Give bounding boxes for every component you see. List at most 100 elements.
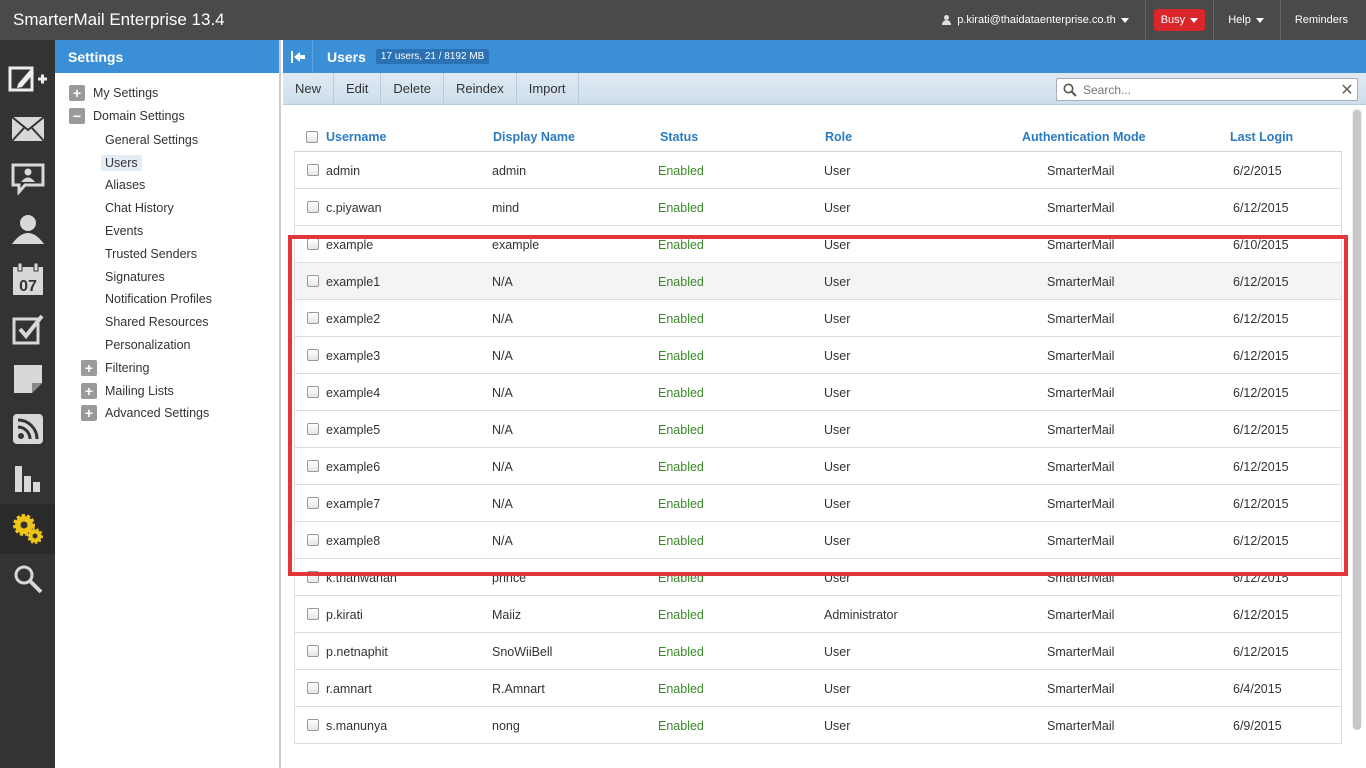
tree-item-chat-history[interactable]: Chat History [101,198,178,218]
tree-item-aliases[interactable]: Aliases [101,175,149,195]
tree-item-my-settings[interactable]: + My Settings [69,83,158,103]
row-checkbox[interactable] [307,349,319,361]
delete-button[interactable]: Delete [381,73,444,104]
column-username[interactable]: Username [326,130,386,144]
reports-button[interactable] [0,454,55,504]
row-checkbox[interactable] [307,534,319,546]
table-row[interactable]: example7 N/A Enabled User SmarterMail 6/12/20… [295,485,1341,522]
collapse-panel-button[interactable] [283,40,313,73]
table-row[interactable]: example3 N/A Enabled User SmarterMail 6/12/20… [295,337,1341,374]
column-last-login[interactable]: Last Login [1230,130,1293,144]
row-checkbox[interactable] [307,571,319,583]
top-bar: SmarterMail Enterprise 13.4 p.kirati@tha… [0,0,1366,40]
expand-icon[interactable]: + [81,360,97,376]
row-checkbox[interactable] [307,312,319,324]
cell-username: admin [326,164,361,178]
settings-button[interactable] [0,504,55,554]
row-checkbox[interactable] [307,682,319,694]
table-row[interactable]: p.netnaphit SnoWiiBell Enabled User SmarterM… [295,633,1341,670]
tree-item-advanced-settings[interactable]: + Advanced Settings [81,403,209,423]
row-checkbox[interactable] [307,608,319,620]
table-row[interactable]: example5 N/A Enabled User SmarterMail 6/12/20… [295,411,1341,448]
clear-search-icon[interactable]: ✕ [1337,80,1357,100]
tree-item-events[interactable]: Events [101,221,147,241]
tree-item-trusted-senders[interactable]: Trusted Senders [101,244,201,264]
tree-item-users[interactable]: Users [101,153,142,173]
table-row[interactable]: s.manunya nong Enabled User SmarterMail 6/9/2… [295,707,1341,744]
search-input[interactable] [1077,79,1337,100]
cell-status: Enabled [658,534,704,548]
status-button[interactable]: Busy [1153,9,1206,31]
table-row[interactable]: example8 N/A Enabled User SmarterMail 6/12/20… [295,522,1341,559]
rss-button[interactable] [0,404,55,454]
reindex-button[interactable]: Reindex [444,73,517,104]
row-checkbox[interactable] [307,386,319,398]
tree-item-general-settings[interactable]: General Settings [101,130,202,150]
calendar-button[interactable]: 07 [0,254,55,304]
table-row[interactable]: example4 N/A Enabled User SmarterMail 6/12/20… [295,374,1341,411]
row-checkbox[interactable] [307,460,319,472]
row-checkbox[interactable] [307,719,319,731]
scrollbar-thumb[interactable] [1353,110,1361,730]
tree-item-personalization[interactable]: Personalization [101,335,194,355]
reminders-button[interactable]: Reminders [1281,0,1366,40]
row-checkbox[interactable] [307,164,319,176]
expand-icon[interactable]: + [69,85,85,101]
cell-username: example7 [326,497,381,511]
table-row[interactable]: example example Enabled User SmarterMail 6/10… [295,226,1341,263]
row-checkbox[interactable] [307,645,319,657]
row-checkbox[interactable] [307,201,319,213]
table-row[interactable]: example2 N/A Enabled User SmarterMail 6/12/20… [295,300,1341,337]
tree-item-mailing-lists[interactable]: + Mailing Lists [81,381,174,401]
table-row[interactable]: admin admin Enabled User SmarterMail 6/2/2015 [295,152,1341,189]
cell-last-login: 6/12/2015 [1233,645,1289,659]
row-checkbox[interactable] [307,423,319,435]
user-menu[interactable]: p.kirati@thaidataenterprise.co.th [926,0,1146,40]
edit-button[interactable]: Edit [334,73,382,104]
tree-item-filtering[interactable]: + Filtering [81,358,149,378]
collapse-icon[interactable]: − [69,108,85,124]
tree-item-signatures[interactable]: Signatures [101,267,169,287]
import-button[interactable]: Import [517,73,579,104]
cell-auth-mode: SmarterMail [1047,608,1115,622]
table-row[interactable]: k.thanwanan prince Enabled User SmarterMail 6… [295,559,1341,596]
column-auth-mode[interactable]: Authentication Mode [1022,130,1146,144]
tree-item-shared-resources[interactable]: Shared Resources [101,312,213,332]
search-box: ✕ [1056,78,1358,101]
contacts-icon [11,215,44,244]
scrollbar[interactable] [1352,108,1362,730]
search-button[interactable] [0,554,55,604]
help-menu[interactable]: Help [1214,0,1281,40]
tree-item-domain-settings[interactable]: − Domain Settings [69,106,185,126]
row-checkbox[interactable] [307,497,319,509]
rss-icon [12,414,43,444]
help-label: Help [1228,14,1251,26]
contacts-button[interactable] [0,204,55,254]
column-role[interactable]: Role [825,130,852,144]
table-row[interactable]: example6 N/A Enabled User SmarterMail 6/12/20… [295,448,1341,485]
cell-display-name: N/A [492,423,513,437]
new-button[interactable]: New [283,73,335,104]
tree-item-notification-profiles[interactable]: Notification Profiles [101,289,216,309]
mail-button[interactable] [0,104,55,154]
cell-auth-mode: SmarterMail [1047,201,1115,215]
notes-button[interactable] [0,354,55,404]
cell-display-name: N/A [492,349,513,363]
column-display-name[interactable]: Display Name [493,130,575,144]
tree-item-label: Personalization [105,338,191,352]
table-row[interactable]: p.kirati Maiiz Enabled Administrator Smarter… [295,596,1341,633]
column-status[interactable]: Status [660,130,698,144]
expand-icon[interactable]: + [81,383,97,399]
compose-button[interactable] [0,54,55,104]
table-row[interactable]: r.amnart R.Amnart Enabled User SmarterMail 6/… [295,670,1341,707]
table-row[interactable]: example1 N/A Enabled User SmarterMail 6/12/20… [295,263,1341,300]
tasks-button[interactable] [0,304,55,354]
table-row[interactable]: c.piyawan mind Enabled User SmarterMail 6/12/… [295,189,1341,226]
chat-button[interactable] [0,154,55,204]
tree-item-label: My Settings [93,86,159,100]
row-checkbox[interactable] [307,275,319,287]
select-all-checkbox[interactable] [306,131,318,143]
reminders-label: Reminders [1294,14,1348,26]
row-checkbox[interactable] [307,238,319,250]
expand-icon[interactable]: + [81,405,97,421]
